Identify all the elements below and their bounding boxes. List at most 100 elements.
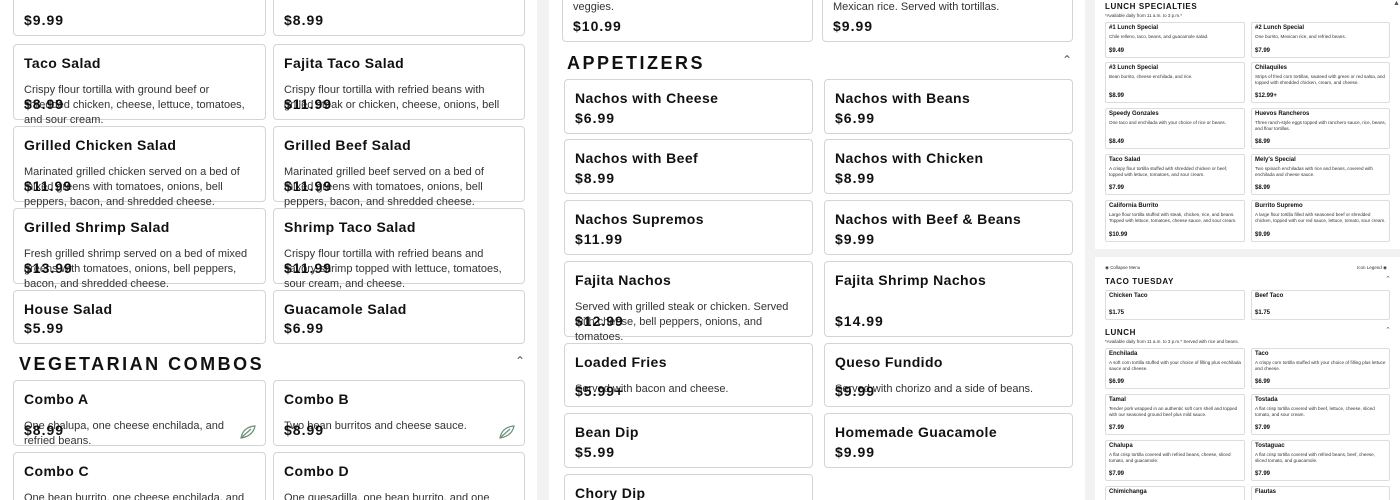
item-title: Nachos with Beef & Beans — [835, 211, 1022, 227]
menu-item-card[interactable]: Chory Dip — [564, 474, 813, 500]
menu-item-card[interactable]: House Salad $5.99 — [13, 290, 266, 344]
menu-item-card[interactable]: #1 Lunch Special Chile relleno, taco, bea… — [1105, 22, 1245, 58]
item-price: $1.75 — [1109, 310, 1125, 316]
menu-item-card[interactable]: Taco Salad A crispy flour tortilla stuffe… — [1105, 154, 1245, 195]
menu-item-card[interactable]: Nachos with Chicken $8.99 — [824, 139, 1073, 194]
item-price: $8.99 — [24, 96, 65, 112]
menu-item-card[interactable]: Speedy Gonzales One taco and enchilada wi… — [1105, 108, 1245, 149]
icon-legend-link[interactable]: Icon Legend ◉ — [1357, 265, 1387, 271]
menu-item-card[interactable]: Flautas — [1251, 486, 1390, 500]
menu-item-card[interactable]: veggies. $10.99 — [562, 0, 813, 42]
section-heading-appetizers: APPETIZERS — [567, 53, 706, 73]
menu-item-card[interactable]: Fajita Shrimp Nachos $14.99 — [824, 261, 1073, 337]
item-title: Taco Salad — [1109, 157, 1141, 163]
item-title: Combo B — [284, 391, 350, 407]
menu-item-card[interactable]: Chicken Taco $1.75 — [1105, 290, 1245, 320]
item-price: $7.99 — [1109, 185, 1125, 191]
menu-item-card[interactable]: Mexican rice. Served with tortillas. $9.… — [822, 0, 1073, 42]
menu-item-card[interactable]: Tostaguac A flat crisp tortilla covered w… — [1251, 440, 1390, 481]
menu-item-card[interactable]: Combo B Two bean burritos and cheese sau… — [273, 380, 525, 446]
menu-item-card[interactable]: Taco Salad Crispy flour tortilla with gr… — [13, 44, 266, 126]
menu-item-card[interactable]: Fajita Taco Salad Crispy flour tortilla … — [273, 44, 525, 120]
menu-item-card[interactable]: Beef Taco $1.75 — [1251, 290, 1390, 320]
menu-item-card[interactable]: Tamal Tender pork wrapped in an authentic… — [1105, 394, 1245, 435]
item-price: $9.99 — [1255, 232, 1271, 238]
menu-item-card[interactable]: Grilled Shrimp Salad Fresh grilled shrim… — [13, 208, 266, 290]
availability-note: *Available daily from 11 a.m. to 3 p.m.*… — [1105, 339, 1239, 344]
item-price: $10.99 — [573, 18, 622, 34]
menu-item-card[interactable]: Combo A One chalupa, one cheese enchilad… — [13, 380, 266, 447]
menu-item-card[interactable]: Homemade Guacamole $9.99 — [824, 413, 1073, 468]
menu-item-card[interactable]: Grilled Beef Salad Marinated grilled bee… — [273, 126, 525, 208]
menu-item-card[interactable]: Chalupa A flat crisp tortilla covered wit… — [1105, 440, 1245, 481]
item-title: #1 Lunch Special — [1109, 25, 1159, 31]
item-title: Shrimp Taco Salad — [284, 219, 416, 235]
item-description: veggies. — [573, 1, 614, 13]
menu-item-card[interactable]: Tostada A flat crisp tortilla covered wit… — [1251, 394, 1390, 435]
item-price: $6.99 — [1109, 379, 1125, 385]
section-heading-vegetarian-combos: VEGETARIAN COMBOS — [19, 354, 265, 374]
menu-item-card[interactable]: California Burrito Large flour tortilla s… — [1105, 200, 1245, 242]
item-price: $8.99 — [24, 422, 65, 438]
item-description: Large flour tortilla stuffed with steak,… — [1109, 212, 1237, 223]
chevron-up-icon[interactable]: ⌃ — [1385, 275, 1391, 283]
item-title: Chicken Taco — [1109, 293, 1148, 299]
chevron-up-icon[interactable]: ⌃ — [1385, 326, 1391, 334]
menu-item-card[interactable]: #2 Lunch Special One burrito, Mexican ric… — [1251, 22, 1390, 58]
item-description: A crispy corn tortilla stuffed with your… — [1255, 360, 1386, 371]
item-price: $11.99 — [24, 178, 73, 194]
item-title: Tamal — [1109, 397, 1126, 403]
menu-item-card[interactable]: Queso Fundido Served with chorizo and a … — [824, 343, 1073, 407]
item-title: Loaded Fries — [575, 354, 667, 370]
menu-item-card[interactable]: Mely's Special Two spinach enchiladas wit… — [1251, 154, 1390, 195]
item-price: $7.99 — [1255, 48, 1271, 54]
item-description: A large flour tortilla filled with seaso… — [1255, 212, 1386, 223]
item-description: Bean burrito, cheese enchilada, and rice… — [1109, 74, 1193, 79]
item-price: $7.99 — [1109, 425, 1125, 431]
item-description: A flat crisp tortilla covered with refri… — [1255, 452, 1376, 463]
item-description: Three ranch-style eggs topped with ranch… — [1255, 120, 1386, 131]
item-title: Beef Taco — [1255, 293, 1284, 299]
menu-item-card[interactable]: Nachos with Beef $8.99 — [564, 139, 813, 194]
menu-item-card[interactable]: Taco A crispy corn tortilla stuffed with … — [1251, 348, 1390, 389]
item-description: A flat crisp tortilla covered with beef,… — [1255, 406, 1375, 417]
item-price: $9.99 — [24, 12, 65, 28]
item-title: Huevos Rancheros — [1255, 111, 1310, 117]
item-description: One burrito, Mexican rice, and refried b… — [1255, 34, 1346, 39]
item-price: $12.99+ — [1255, 93, 1277, 99]
menu-item-card[interactable]: Nachos Supremos $11.99 — [564, 200, 813, 255]
menu-item-card[interactable]: $9.99 — [13, 0, 266, 36]
menu-item-card[interactable]: Combo C One bean burrito, one cheese enc… — [13, 452, 266, 500]
lunch-panel: LUNCH SPECIALTIES *Available daily from … — [1095, 0, 1400, 500]
scroll-up-arrow-icon[interactable]: ▲ — [1393, 0, 1400, 7]
item-title: Taco Salad — [24, 55, 101, 71]
menu-item-card[interactable]: Loaded Fries Served with bacon and chees… — [564, 343, 813, 407]
menu-item-card[interactable]: #3 Lunch Special Bean burrito, cheese enc… — [1105, 62, 1245, 103]
menu-item-card[interactable]: Fajita Nachos Served with grilled steak … — [564, 261, 813, 343]
menu-item-card[interactable]: $8.99 — [273, 0, 525, 36]
menu-item-card[interactable]: Bean Dip $5.99 — [564, 413, 813, 468]
menu-item-card[interactable]: Combo D One quesadilla, one bean burrito… — [273, 452, 525, 500]
collapse-menu-link[interactable]: ◉ Collapse Menu — [1105, 265, 1140, 271]
menu-item-card[interactable]: Grilled Chicken Salad Marinated grilled … — [13, 126, 266, 208]
menu-item-card[interactable]: Guacamole Salad $6.99 — [273, 290, 525, 344]
leaf-icon — [499, 425, 515, 439]
chevron-up-icon[interactable]: ⌃ — [515, 354, 525, 368]
item-price: $8.99 — [284, 422, 325, 438]
item-price: $8.49 — [1109, 139, 1125, 145]
menu-item-card[interactable]: Shrimp Taco Salad Crispy flour tortilla … — [273, 208, 525, 290]
menu-item-card[interactable]: Enchilada A soft corn tortilla stuffed wi… — [1105, 348, 1245, 389]
item-title: Nachos Supremos — [575, 211, 704, 227]
item-price: $8.99 — [1109, 93, 1125, 99]
menu-item-card[interactable]: Chilaquiles Strips of fried corn tortilla… — [1251, 62, 1390, 103]
menu-item-card[interactable]: Nachos with Cheese $6.99 — [564, 79, 813, 134]
menu-item-card[interactable]: Chimichanga — [1105, 486, 1245, 500]
chevron-up-icon[interactable]: ⌃ — [1062, 53, 1072, 67]
menu-item-card[interactable]: Huevos Rancheros Three ranch-style eggs t… — [1251, 108, 1390, 149]
divider — [1095, 249, 1400, 257]
menu-item-card[interactable]: Nachos with Beef & Beans $9.99 — [824, 200, 1073, 255]
menu-item-card[interactable]: Nachos with Beans $6.99 — [824, 79, 1073, 134]
item-price: $11.99 — [575, 231, 624, 247]
menu-item-card[interactable]: Burrito Supremo A large flour tortilla fi… — [1251, 200, 1390, 242]
item-price: $5.99 — [24, 320, 65, 336]
